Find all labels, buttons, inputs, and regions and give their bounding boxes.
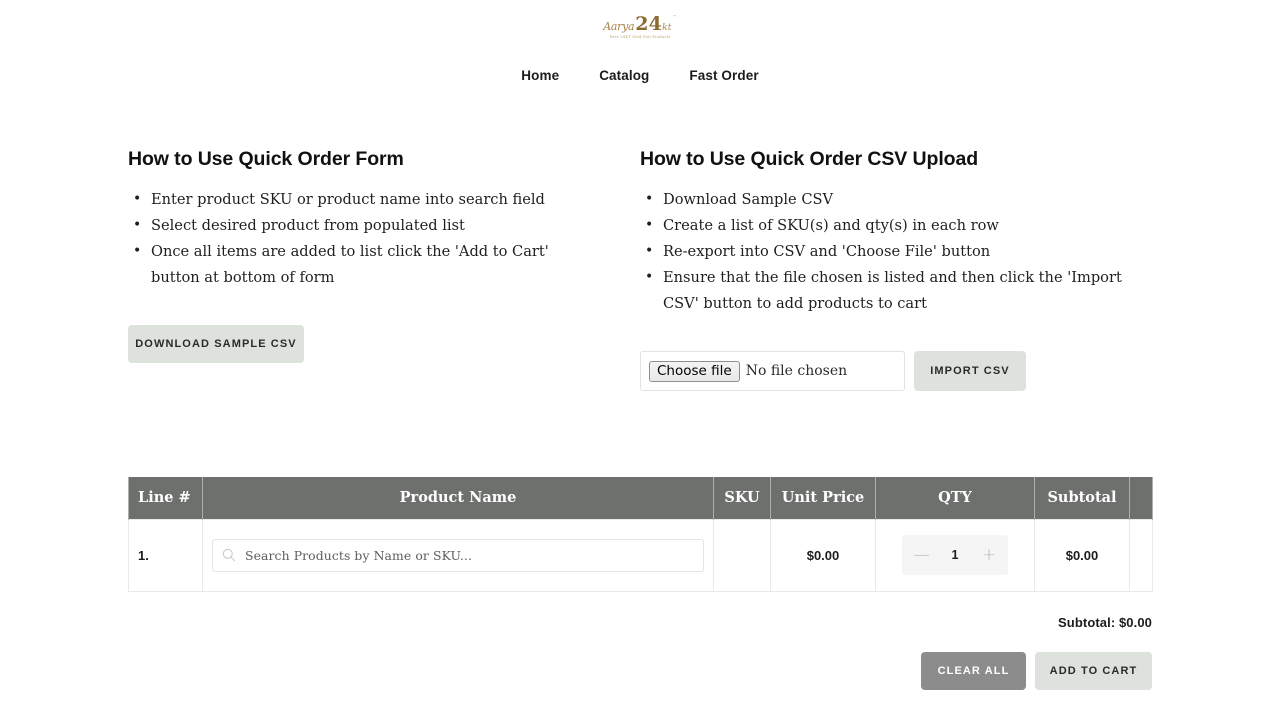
list-item: Enter product SKU or product name into s… (133, 186, 600, 213)
list-item: Re-export into CSV and 'Choose File' but… (645, 238, 1152, 265)
list-item: Select desired product from populated li… (133, 212, 600, 239)
quantity-stepper[interactable]: — 1 + (902, 535, 1008, 575)
table-header: Line # Product Name SKU Unit Price QTY S… (128, 477, 1153, 519)
logo-word-kt: kt (662, 23, 672, 34)
quick-order-form-info: How to Use Quick Order Form Enter produc… (128, 148, 640, 391)
list-item: Create a list of SKU(s) and qty(s) in ea… (645, 212, 1152, 239)
quick-order-table: Line # Product Name SKU Unit Price QTY S… (128, 477, 1153, 592)
logo-trademark-icon: ™ (672, 14, 677, 20)
totals-row: Subtotal: $0.00 (128, 592, 1152, 630)
list-item: Download Sample CSV (645, 186, 1152, 213)
logo-wordmark: Aarya 24 kt ™ (603, 15, 677, 34)
column-header-unit-price: Unit Price (770, 477, 876, 519)
file-chosen-status: No file chosen (745, 363, 848, 379)
site-logo[interactable]: Aarya 24 kt ™ Pure 24KT Gold Foil Produc… (593, 12, 688, 42)
column-header-product-name: Product Name (202, 477, 714, 519)
column-header-sku: SKU (713, 477, 771, 519)
choose-file-button[interactable]: Choose file (649, 360, 740, 382)
left-panel-actions: DOWNLOAD SAMPLE CSV (128, 325, 600, 363)
import-csv-button[interactable]: IMPORT CSV (914, 351, 1026, 391)
logo-tagline: Pure 24KT Gold Foil Products (609, 34, 671, 39)
footer-actions: CLEAR ALL ADD TO CART (128, 630, 1152, 690)
column-header-remove (1129, 477, 1153, 519)
column-header-qty: QTY (875, 477, 1035, 519)
nav-item-home[interactable]: Home (517, 66, 563, 85)
clear-all-button[interactable]: CLEAR ALL (921, 651, 1026, 690)
csv-file-input[interactable]: Choose file No file chosen (640, 351, 905, 391)
logo-word-aarya: Aarya (603, 20, 635, 34)
order-table-wrapper: Line # Product Name SKU Unit Price QTY S… (128, 477, 1153, 592)
cell-unit-price: $0.00 (770, 518, 876, 592)
nav-item-catalog[interactable]: Catalog (595, 66, 653, 85)
page-content: How to Use Quick Order Form Enter produc… (128, 85, 1153, 592)
quantity-value: 1 (951, 548, 959, 562)
quantity-increase-button[interactable]: + (981, 546, 997, 564)
cell-remove[interactable] (1129, 518, 1153, 592)
search-icon (222, 548, 236, 562)
right-panel-bullet-list: Download Sample CSV Create a list of SKU… (640, 186, 1152, 317)
logo-word-24: 24 (635, 13, 663, 36)
main-navigation: Home Catalog Fast Order (517, 66, 762, 85)
product-search-placeholder: Search Products by Name or SKU... (245, 547, 473, 563)
csv-upload-info: How to Use Quick Order CSV Upload Downlo… (640, 148, 1152, 391)
instructions-section: How to Use Quick Order Form Enter produc… (128, 148, 1152, 391)
table-body: 1. Search Products by Name or SKU... $0.… (128, 518, 1153, 592)
download-sample-csv-button[interactable]: DOWNLOAD SAMPLE CSV (128, 325, 304, 363)
left-panel-bullet-list: Enter product SKU or product name into s… (128, 186, 600, 291)
product-search-input[interactable]: Search Products by Name or SKU... (212, 538, 704, 572)
right-panel-title: How to Use Quick Order CSV Upload (640, 148, 979, 170)
table-row: 1. Search Products by Name or SKU... $0.… (128, 518, 1153, 592)
cell-sku (713, 518, 771, 592)
cell-qty: — 1 + (875, 518, 1035, 592)
add-to-cart-button[interactable]: ADD TO CART (1035, 651, 1152, 690)
list-item: Once all items are added to list click t… (133, 238, 600, 291)
nav-item-fast-order[interactable]: Fast Order (685, 66, 762, 85)
table-header-row: Line # Product Name SKU Unit Price QTY S… (128, 477, 1153, 519)
right-panel-actions: Choose file No file chosen IMPORT CSV (640, 351, 1152, 391)
column-header-subtotal: Subtotal (1034, 477, 1130, 519)
list-item: Ensure that the file chosen is listed an… (645, 264, 1152, 317)
quantity-decrease-button[interactable]: — (913, 546, 930, 564)
site-header: Aarya 24 kt ™ Pure 24KT Gold Foil Produc… (0, 0, 1280, 85)
cell-line-number: 1. (128, 518, 203, 592)
cell-product-name: Search Products by Name or SKU... (202, 518, 714, 592)
cart-subtotal-label: Subtotal: $0.00 (1058, 614, 1152, 630)
column-header-line: Line # (128, 477, 203, 519)
cell-subtotal: $0.00 (1034, 518, 1130, 592)
left-panel-title: How to Use Quick Order Form (128, 148, 404, 170)
